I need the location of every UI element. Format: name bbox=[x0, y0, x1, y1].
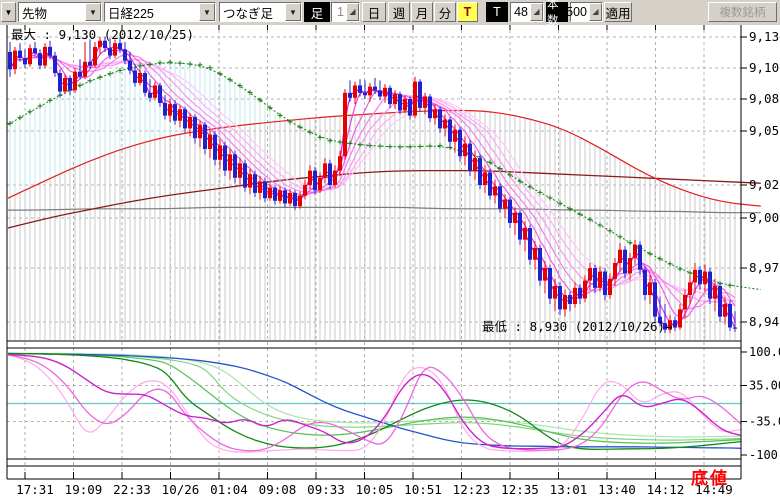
svg-text:8,940: 8,940 bbox=[749, 314, 780, 329]
axes-and-borders: 9,130 9,105 9,080 9,055 9,025 9,000 8,970 8,940… bbox=[7, 24, 780, 479]
market-dropdown-value: 先物 bbox=[22, 3, 47, 22]
svg-text:19:09: 19:09 bbox=[65, 482, 103, 497]
bar-interval-stepper[interactable]: 1 ◢ bbox=[331, 2, 360, 22]
spinner-icon[interactable]: ◢ bbox=[346, 3, 359, 21]
bar-mode-button[interactable]: 足 bbox=[304, 2, 330, 22]
svg-text:12:23: 12:23 bbox=[453, 482, 491, 497]
svg-text:12:35: 12:35 bbox=[501, 482, 539, 497]
chart-type-dropdown[interactable]: つなぎ足 ▼ bbox=[219, 2, 302, 22]
chevron-down-icon[interactable]: ▼ bbox=[85, 3, 101, 21]
bar-count-stepper[interactable]: 500 ◢ bbox=[570, 2, 603, 22]
symbol-dropdown[interactable]: 日経225 ▼ bbox=[104, 2, 216, 22]
chevron-down-icon: ▼ bbox=[5, 8, 13, 17]
market-dropdown[interactable]: 先物 ▼ bbox=[18, 2, 102, 22]
moving-average-lines bbox=[8, 111, 761, 229]
period-month-button[interactable]: 月 bbox=[411, 2, 433, 22]
svg-text:100.0: 100.0 bbox=[749, 345, 780, 359]
svg-text:10:05: 10:05 bbox=[356, 482, 394, 497]
svg-text:14:12: 14:12 bbox=[647, 482, 685, 497]
svg-text:9,055: 9,055 bbox=[749, 123, 780, 138]
svg-text:35.00: 35.00 bbox=[749, 378, 780, 392]
svg-text:13:40: 13:40 bbox=[598, 482, 636, 497]
svg-text:9,025: 9,025 bbox=[749, 177, 780, 192]
svg-text:-35.0: -35.0 bbox=[749, 415, 780, 429]
chevron-down-icon[interactable]: ▼ bbox=[199, 3, 215, 21]
svg-text:9,130: 9,130 bbox=[749, 29, 780, 44]
period-minute-button[interactable]: 分 bbox=[434, 2, 456, 22]
multi-symbol-button[interactable]: 複数銘柄 bbox=[708, 2, 777, 22]
tick-label: T bbox=[486, 2, 508, 22]
period-week-button[interactable]: 週 bbox=[388, 2, 410, 22]
gridlines bbox=[7, 24, 741, 479]
bar-count-label: 本数 bbox=[546, 2, 568, 22]
svg-text:13:01: 13:01 bbox=[550, 482, 588, 497]
chart-area[interactable]: 9,130 9,105 9,080 9,055 9,025 9,000 8,970 8,940… bbox=[0, 0, 780, 500]
chart-type-dropdown-value: つなぎ足 bbox=[223, 3, 273, 22]
svg-text:10/26: 10/26 bbox=[162, 482, 200, 497]
bar-interval-value: 1 bbox=[337, 5, 346, 19]
mini-dropdown-button[interactable]: ▼ bbox=[1, 2, 16, 22]
toolbar: ▼ 先物 ▼ 日経225 ▼ つなぎ足 ▼ 足 1 ◢ 日 週 月 分 T T … bbox=[0, 0, 780, 25]
svg-text:10:51: 10:51 bbox=[404, 482, 442, 497]
svg-text:09:08: 09:08 bbox=[259, 482, 297, 497]
price-oscillator-chart[interactable]: 9,130 9,105 9,080 9,055 9,025 9,000 8,970 8,940… bbox=[0, 0, 780, 500]
symbol-dropdown-value: 日経225 bbox=[108, 3, 154, 22]
svg-text:17:31: 17:31 bbox=[16, 482, 54, 497]
svg-text:9,080: 9,080 bbox=[749, 91, 780, 106]
bar-count-value: 500 bbox=[566, 5, 589, 19]
tick-count-stepper[interactable]: 48 ◢ bbox=[510, 2, 544, 22]
time-axis-labels: 17:31 19:09 22:33 10/26 01:04 09:08 09:33 10:05… bbox=[16, 482, 733, 497]
chart-application-window: 9,130 9,105 9,080 9,055 9,025 9,000 8,970 8,940… bbox=[0, 0, 780, 500]
svg-text:-100.0: -100.0 bbox=[749, 448, 780, 462]
period-day-button[interactable]: 日 bbox=[362, 2, 386, 22]
max-price-annotation: 最大 : 9,130 (2012/10/25) bbox=[11, 24, 194, 43]
svg-text:09:33: 09:33 bbox=[307, 482, 345, 497]
svg-text:22:33: 22:33 bbox=[113, 482, 151, 497]
ma-band-lines bbox=[10, 44, 735, 328]
stripes-layer bbox=[10, 62, 735, 340]
svg-text:9,000: 9,000 bbox=[749, 210, 780, 225]
bottom-price-label: 底値 bbox=[691, 464, 729, 489]
min-price-annotation: 最低 : 8,930 (2012/10/26)→ bbox=[482, 316, 673, 335]
spinner-icon[interactable]: ◢ bbox=[530, 3, 543, 21]
svg-text:8,970: 8,970 bbox=[749, 260, 780, 275]
tick-mode-toggle[interactable]: T bbox=[457, 2, 478, 22]
tick-count-value: 48 bbox=[514, 5, 530, 19]
apply-button[interactable]: 適用 bbox=[604, 2, 632, 22]
spinner-icon[interactable]: ◢ bbox=[589, 3, 602, 21]
svg-text:9,105: 9,105 bbox=[749, 60, 780, 75]
chevron-down-icon[interactable]: ▼ bbox=[285, 3, 301, 21]
svg-text:01:04: 01:04 bbox=[210, 482, 248, 497]
oscillator-panel bbox=[7, 354, 741, 453]
